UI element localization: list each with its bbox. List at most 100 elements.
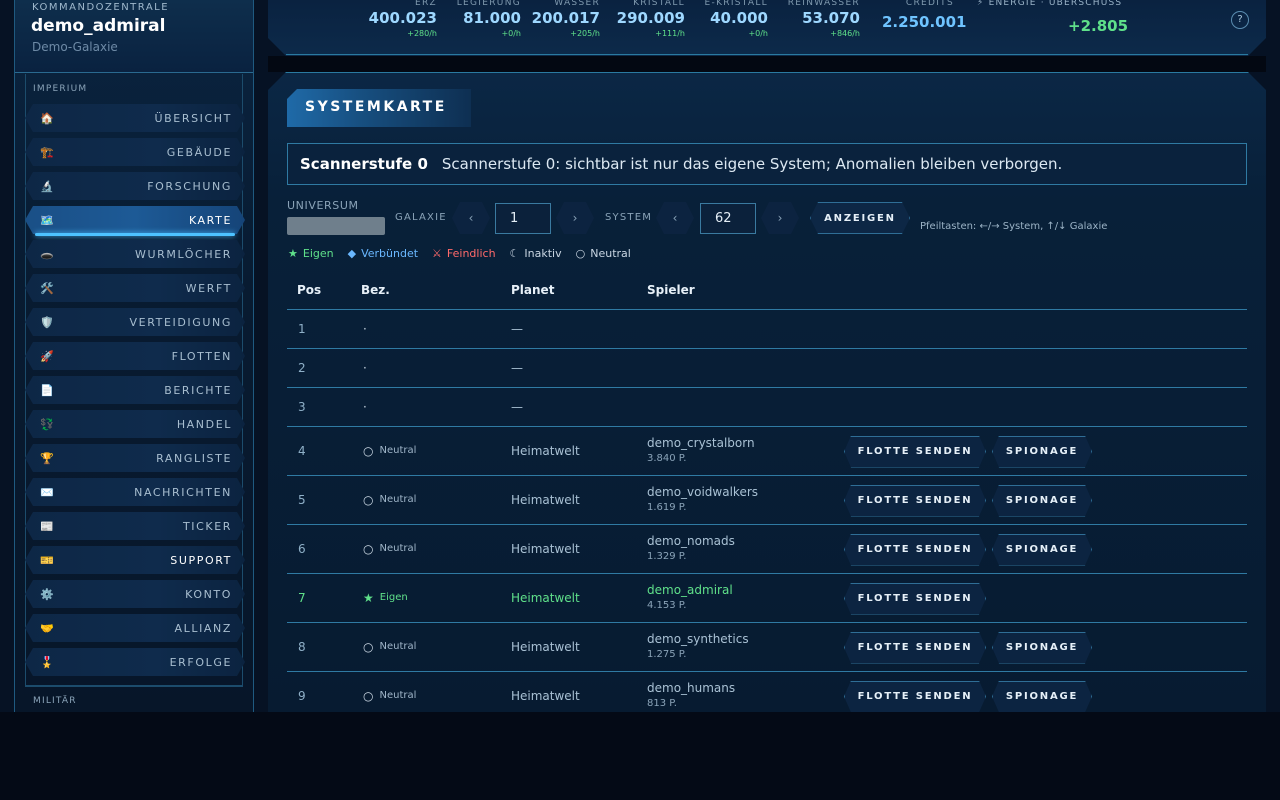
espionage-button[interactable]: SPIONAGE bbox=[992, 534, 1092, 566]
player-name: demo_voidwalkers bbox=[647, 484, 759, 499]
sidebar-item-icon: 💱 bbox=[40, 417, 54, 431]
row-status-label: Neutral bbox=[379, 690, 417, 701]
sidebar-item-erfolge[interactable]: 🎖️ ERFOLGE bbox=[25, 648, 245, 676]
table-row: 8 ○ Neutral Heimatwelt demo_synthetics 1.275 … bbox=[287, 623, 1247, 672]
send-fleet-button[interactable]: FLOTTE SENDEN bbox=[844, 632, 986, 664]
espionage-button[interactable]: SPIONAGE bbox=[992, 681, 1092, 713]
legend-label: Neutral bbox=[590, 247, 631, 260]
table-row: 5 ○ Neutral Heimatwelt demo_voidwalkers 1.619… bbox=[287, 476, 1247, 525]
sidebar-item-label: WERFT bbox=[185, 281, 232, 295]
table-header: Pos Bez. Planet Spieler bbox=[287, 272, 1247, 310]
sidebar-item-icon: 🎫 bbox=[40, 553, 54, 567]
sidebar-item-werft[interactable]: 🛠️ WERFT bbox=[25, 274, 245, 302]
sidebar-divider bbox=[25, 686, 243, 687]
sidebar-item-label: NACHRICHTEN bbox=[134, 485, 232, 499]
sidebar-item-label: WURMLÖCHER bbox=[134, 247, 232, 261]
sidebar-item-icon: 🕳️ bbox=[40, 247, 54, 261]
sidebar-item-support[interactable]: 🎫 SUPPORT bbox=[25, 546, 245, 574]
send-fleet-button[interactable]: FLOTTE SENDEN bbox=[844, 485, 986, 517]
row-status: · bbox=[363, 322, 373, 336]
resource-value: 53.070 bbox=[802, 9, 860, 27]
row-position: 9 bbox=[298, 688, 306, 703]
row-status: ○ Neutral bbox=[363, 444, 416, 458]
status-dot-icon: · bbox=[363, 399, 367, 414]
row-position: 3 bbox=[298, 399, 306, 414]
player-points: 3.840 P. bbox=[647, 452, 687, 464]
legend: ★ Eigen ◆ Verbündet ⚔ Feindlich ☾ Inaktiv ○ Neutr… bbox=[288, 247, 631, 260]
system-prev-button[interactable]: ‹ bbox=[656, 202, 694, 234]
send-fleet-button[interactable]: FLOTTE SENDEN bbox=[844, 436, 986, 468]
sidebar-item-uebersicht[interactable]: 🏠 ÜBERSICHT bbox=[25, 104, 245, 132]
table-row: 4 ○ Neutral Heimatwelt demo_crystalborn 3.840… bbox=[287, 427, 1247, 476]
system-input[interactable] bbox=[700, 203, 756, 234]
send-fleet-button[interactable]: FLOTTE SENDEN bbox=[844, 583, 986, 615]
row-player: demo_synthetics 1.275 P. bbox=[647, 632, 749, 662]
sidebar-item-label: GEBÄUDE bbox=[166, 145, 232, 159]
sidebar-item-icon: ⚙️ bbox=[40, 587, 54, 601]
send-fleet-button[interactable]: FLOTTE SENDEN bbox=[844, 534, 986, 566]
player-points: 1.329 P. bbox=[647, 550, 687, 562]
legend-feindlich-icon: ⚔ bbox=[432, 247, 442, 260]
sidebar-item-flotten[interactable]: 🚀 FLOTTEN bbox=[25, 342, 245, 370]
galaxy-input[interactable] bbox=[495, 203, 551, 234]
player-points: 1.275 P. bbox=[647, 648, 687, 660]
player-points: 4.153 P. bbox=[647, 599, 687, 611]
sidebar-item-berichte[interactable]: 📄 BERICHTE bbox=[25, 376, 245, 404]
espionage-button[interactable]: SPIONAGE bbox=[992, 485, 1092, 517]
universe-select[interactable] bbox=[287, 217, 385, 235]
resource-bar-line bbox=[286, 54, 1248, 55]
table-row: 9 ○ Neutral Heimatwelt demo_humans 813 P. FLOT… bbox=[287, 672, 1247, 712]
system-next-button[interactable]: › bbox=[761, 202, 799, 234]
resource-rate: +0/h bbox=[748, 29, 768, 38]
send-fleet-button[interactable]: FLOTTE SENDEN bbox=[844, 681, 986, 713]
sidebar-item-wurmloecher[interactable]: 🕳️ WURMLÖCHER bbox=[25, 240, 245, 268]
player-name: demo_crystalborn bbox=[647, 435, 755, 450]
table-row: 2 · — bbox=[287, 349, 1247, 388]
sidebar-item-label: FORSCHUNG bbox=[147, 179, 232, 193]
row-position: 1 bbox=[298, 321, 306, 336]
espionage-button[interactable]: SPIONAGE bbox=[992, 632, 1092, 664]
sidebar-kicker: KOMMANDOZENTRALE bbox=[32, 2, 170, 13]
sidebar-item-verteidigung[interactable]: 🛡️ VERTEIDIGUNG bbox=[25, 308, 245, 336]
page-title: SYSTEMKARTE bbox=[305, 99, 447, 115]
resource-rate: +846/h bbox=[830, 29, 860, 38]
legend-item-feindlich: ⚔ Feindlich bbox=[432, 247, 496, 260]
keyboard-hint: Pfeiltasten: ←/→ System, ↑/↓ Galaxie bbox=[920, 221, 1108, 232]
sidebar-item-konto[interactable]: ⚙️ KONTO bbox=[25, 580, 245, 608]
player-points: 1.619 P. bbox=[647, 501, 687, 513]
sidebar-item-gebaeude[interactable]: 🏗️ GEBÄUDE bbox=[25, 138, 245, 166]
legend-label: Eigen bbox=[302, 247, 334, 260]
sidebar-item-allianz[interactable]: 🤝 ALLIANZ bbox=[25, 614, 245, 642]
panel-gap bbox=[268, 56, 1266, 72]
sidebar-item-handel[interactable]: 💱 HANDEL bbox=[25, 410, 245, 438]
header-bez: Bez. bbox=[361, 283, 390, 297]
legend-item-inaktiv: ☾ Inaktiv bbox=[510, 247, 562, 260]
galaxy-next-button[interactable]: › bbox=[556, 202, 594, 234]
sidebar-header: KOMMANDOZENTRALE demo_admiral Demo-Galax… bbox=[15, 0, 253, 73]
active-item-indicator bbox=[35, 233, 235, 236]
row-player: demo_crystalborn 3.840 P. bbox=[647, 436, 755, 466]
row-status: · bbox=[363, 361, 373, 375]
sidebar-item-label: RANGLISTE bbox=[156, 451, 232, 465]
show-button[interactable]: ANZEIGEN bbox=[810, 202, 910, 234]
sidebar-item-rangliste[interactable]: 🏆 RANGLISTE bbox=[25, 444, 245, 472]
sidebar-item-forschung[interactable]: 🔬 FORSCHUNG bbox=[25, 172, 245, 200]
resource-reinwasser: REINWASSER 53.070 +846/h bbox=[760, 0, 860, 40]
galaxy-prev-button[interactable]: ‹ bbox=[452, 202, 490, 234]
credits-value: 2.250.001 bbox=[882, 13, 967, 31]
resource-value: 40.000 bbox=[710, 9, 768, 27]
sidebar-item-label: KARTE bbox=[188, 213, 232, 227]
row-position: 8 bbox=[298, 639, 306, 654]
sidebar-item-icon: 🗺️ bbox=[40, 213, 54, 227]
sidebar-item-ticker[interactable]: 📰 TICKER bbox=[25, 512, 245, 540]
sidebar-item-nachrichten[interactable]: ✉️ NACHRICHTEN bbox=[25, 478, 245, 506]
sidebar-item-icon: 🏆 bbox=[40, 451, 54, 465]
sidebar-item-label: ALLIANZ bbox=[174, 621, 232, 635]
sidebar-item-karte[interactable]: 🗺️ KARTE bbox=[25, 206, 245, 234]
status-dot-icon: · bbox=[363, 321, 367, 336]
espionage-button[interactable]: SPIONAGE bbox=[992, 436, 1092, 468]
row-position: 2 bbox=[298, 360, 306, 375]
help-button[interactable]: ? bbox=[1231, 11, 1249, 29]
status-neutral-icon: ○ bbox=[363, 688, 374, 703]
row-status: ○ Neutral bbox=[363, 493, 416, 507]
